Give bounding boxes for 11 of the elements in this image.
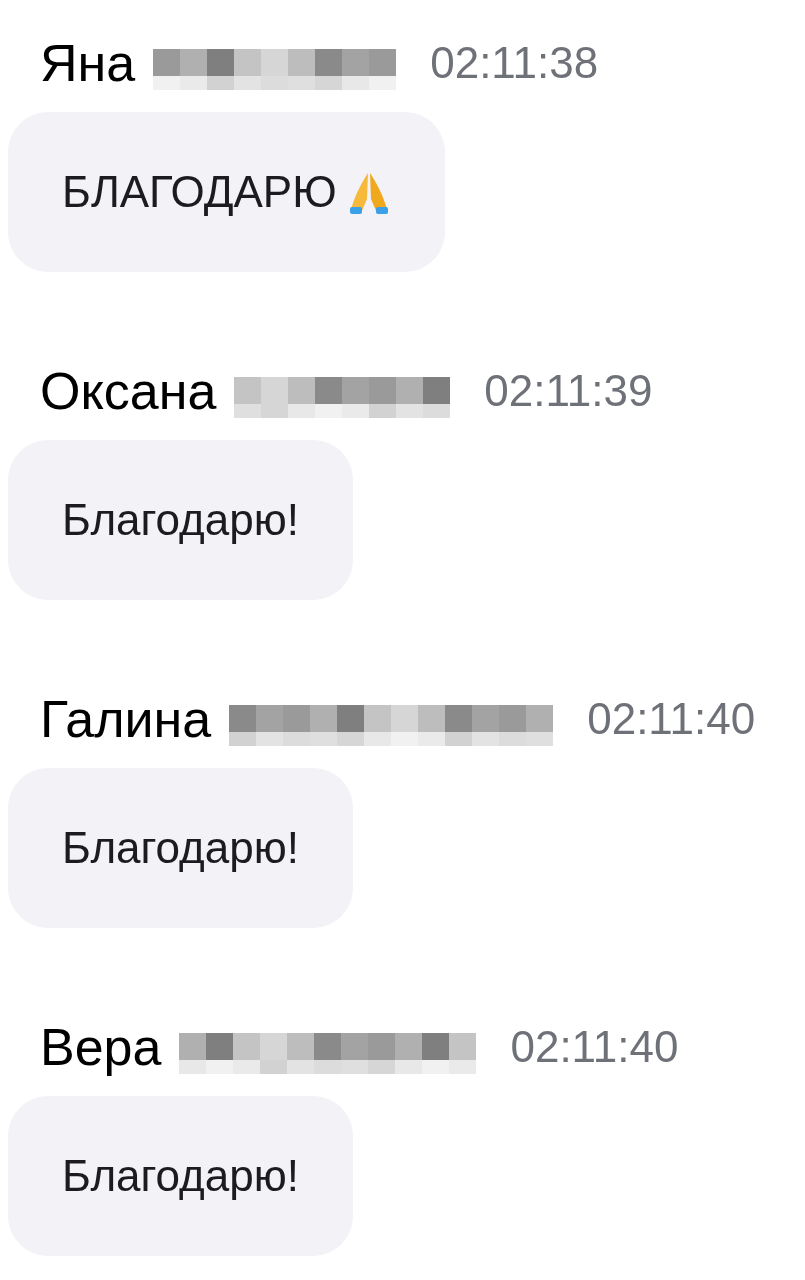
message-text: Благодарю! [62,1150,299,1202]
author-name: Галина [40,693,212,745]
message-text: БЛАГОДАРЮ [62,166,337,218]
message-text: Благодарю! [62,494,299,546]
message-time: 02:11:40 [510,1025,679,1069]
message-time: 02:11:39 [484,369,653,413]
message-time: 02:11:40 [587,697,756,741]
author-name: Яна [40,37,136,89]
message-time: 02:11:38 [430,41,599,85]
author-name: Оксана [40,365,217,417]
message-text: Благодарю! [62,822,299,874]
